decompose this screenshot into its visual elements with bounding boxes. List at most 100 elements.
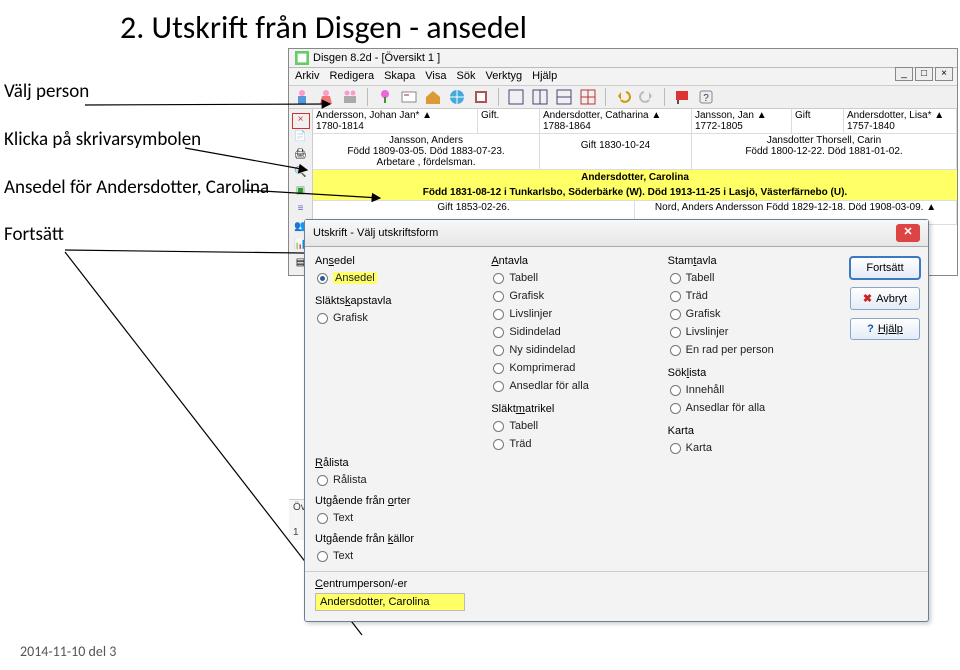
menu-verktyg[interactable]: Verktyg [485, 70, 522, 82]
person-name: Jansson, Anders [316, 135, 536, 146]
radio-icon [670, 327, 681, 338]
focus-person-name: Andersdotter, Carolina [313, 170, 957, 185]
heading-slaktmatrikel: Släktmatrikel [491, 403, 655, 417]
option-trad[interactable]: Träd [491, 435, 655, 453]
option-tabell[interactable]: Tabell [491, 269, 655, 287]
layout1-icon[interactable] [507, 88, 525, 106]
ancestor-row: Andersson, Johan Jan* ▲ 1780-1814 Gift. … [313, 109, 957, 134]
radio-icon [493, 309, 504, 320]
left-tool-close-icon[interactable]: × [292, 113, 310, 129]
undo-icon[interactable] [614, 88, 632, 106]
help-icon[interactable]: ? [697, 88, 715, 106]
option-text-orter[interactable]: Text [315, 509, 479, 527]
person-years: 1780-1814 [316, 121, 474, 132]
left-tool-tree-icon[interactable]: ▣ [292, 185, 310, 201]
toolbar: ? [289, 85, 957, 109]
radio-icon [317, 313, 328, 324]
card-icon[interactable] [400, 88, 418, 106]
layout4-icon[interactable] [579, 88, 597, 106]
x-icon: ✖ [863, 292, 872, 305]
layout3-icon[interactable] [555, 88, 573, 106]
father-cell[interactable]: Jansson, Anders Född 1809-03-05. Död 188… [313, 134, 540, 169]
cancel-button[interactable]: ✖Avbryt [850, 287, 920, 310]
couple-icon[interactable] [341, 88, 359, 106]
option-grafisk[interactable]: Grafisk [668, 305, 832, 323]
globe-icon[interactable] [448, 88, 466, 106]
dialog-title: Utskrift - Välj utskriftsform [313, 227, 896, 239]
option-label: Karta [686, 442, 712, 454]
instruction-pick-person: Välj person [4, 80, 280, 104]
flag-icon[interactable] [673, 88, 691, 106]
option-sidindelad[interactable]: Sidindelad [491, 323, 655, 341]
continue-button[interactable]: Fortsätt [850, 257, 920, 279]
option-ny-sidindelad[interactable]: Ny sidindelad [491, 341, 655, 359]
question-icon: ? [867, 323, 874, 335]
separator [498, 88, 499, 106]
radio-icon [493, 439, 504, 450]
option-innehall[interactable]: Innehåll [668, 381, 832, 399]
option-en-rad[interactable]: En rad per person [668, 341, 832, 359]
left-tool-search-icon[interactable]: 🔍 [292, 167, 310, 183]
person-cell[interactable]: Andersdotter, Lisa* ▲ 1757-1840 [844, 109, 957, 133]
relation-cell: Gift [792, 109, 844, 133]
redo-icon[interactable] [638, 88, 656, 106]
flower-icon[interactable] [376, 88, 394, 106]
option-label: Tabell [509, 272, 538, 284]
menu-redigera[interactable]: Redigera [329, 70, 374, 82]
left-tool-print-icon[interactable]: 🖨 [292, 149, 310, 165]
option-ansedel[interactable]: Ansedel [315, 269, 479, 287]
help-button[interactable]: ?Hjälp [850, 318, 920, 340]
option-label: Rålista [333, 474, 367, 486]
man-icon[interactable] [293, 88, 311, 106]
person-cell[interactable]: Andersdotter, Catharina ▲ 1788-1864 [540, 109, 692, 133]
radio-icon [670, 403, 681, 414]
option-text-kallor[interactable]: Text [315, 547, 479, 565]
woman-icon[interactable] [317, 88, 335, 106]
window-title: Disgen 8.2d - [Översikt 1 ] [313, 52, 951, 64]
book-icon[interactable] [472, 88, 490, 106]
menu-sok[interactable]: Sök [457, 70, 476, 82]
option-trad[interactable]: Träd [668, 287, 832, 305]
close-button[interactable]: × [935, 67, 953, 81]
option-ansedlar-alla[interactable]: Ansedlar för alla [491, 377, 655, 395]
layout2-icon[interactable] [531, 88, 549, 106]
menu-skapa[interactable]: Skapa [384, 70, 415, 82]
birth-death: Född 1800-12-22. Död 1881-01-02. [695, 146, 953, 157]
radio-icon [493, 363, 504, 374]
option-label: Tabell [686, 272, 715, 284]
option-livslinjer[interactable]: Livslinjer [491, 305, 655, 323]
option-ralista[interactable]: Rålista [315, 471, 479, 489]
heading-stamtavla: Stamtavla [668, 255, 832, 269]
menu-visa[interactable]: Visa [425, 70, 446, 82]
menu-arkiv[interactable]: Arkiv [295, 70, 319, 82]
option-tabell[interactable]: Tabell [668, 269, 832, 287]
person-cell[interactable]: Jansson, Jan ▲ 1772-1805 [692, 109, 792, 133]
parent-row: Jansson, Anders Född 1809-03-05. Död 188… [313, 134, 957, 170]
dialog-close-button[interactable]: ✕ [896, 224, 920, 242]
heading-utg-kallor: Utgående från källor [315, 533, 479, 547]
menubar: Arkiv Redigera Skapa Visa Sök Verktyg Hj… [289, 68, 957, 85]
focus-person-row[interactable]: Andersdotter, Carolina Född 1831-08-12 i… [313, 170, 957, 201]
left-tool-doc-icon[interactable]: 📄 [292, 131, 310, 147]
centrum-value[interactable]: Andersdotter, Carolina [315, 593, 465, 611]
person-cell[interactable]: Andersson, Johan Jan* ▲ 1780-1814 [313, 109, 478, 133]
maximize-button[interactable]: □ [915, 67, 933, 81]
option-karta[interactable]: Karta [668, 439, 832, 457]
menu-hjalp[interactable]: Hjälp [532, 70, 557, 82]
option-grafisk[interactable]: Grafisk [315, 309, 479, 327]
option-label: Ansedlar för alla [509, 380, 589, 392]
option-tabell[interactable]: Tabell [491, 417, 655, 435]
app-icon [295, 51, 309, 65]
option-ansedlar-alla[interactable]: Ansedlar för alla [668, 399, 832, 417]
option-grafisk[interactable]: Grafisk [491, 287, 655, 305]
heading-slaktskapstavla: Släktskapstavla [315, 295, 479, 309]
option-komprimerad[interactable]: Komprimerad [491, 359, 655, 377]
person-years: 1757-1840 [847, 121, 953, 132]
minimize-button[interactable]: _ [895, 67, 913, 81]
mother-cell[interactable]: Jansdotter Thorsell, Carin Född 1800-12-… [692, 134, 957, 169]
house-icon[interactable] [424, 88, 442, 106]
col-3: Stamtavla Tabell Träd Grafisk Livslinjer… [668, 255, 832, 565]
option-livslinjer[interactable]: Livslinjer [668, 323, 832, 341]
left-tool-list-icon[interactable]: ≡ [292, 203, 310, 219]
instruction-continue: Fortsätt [4, 223, 280, 247]
